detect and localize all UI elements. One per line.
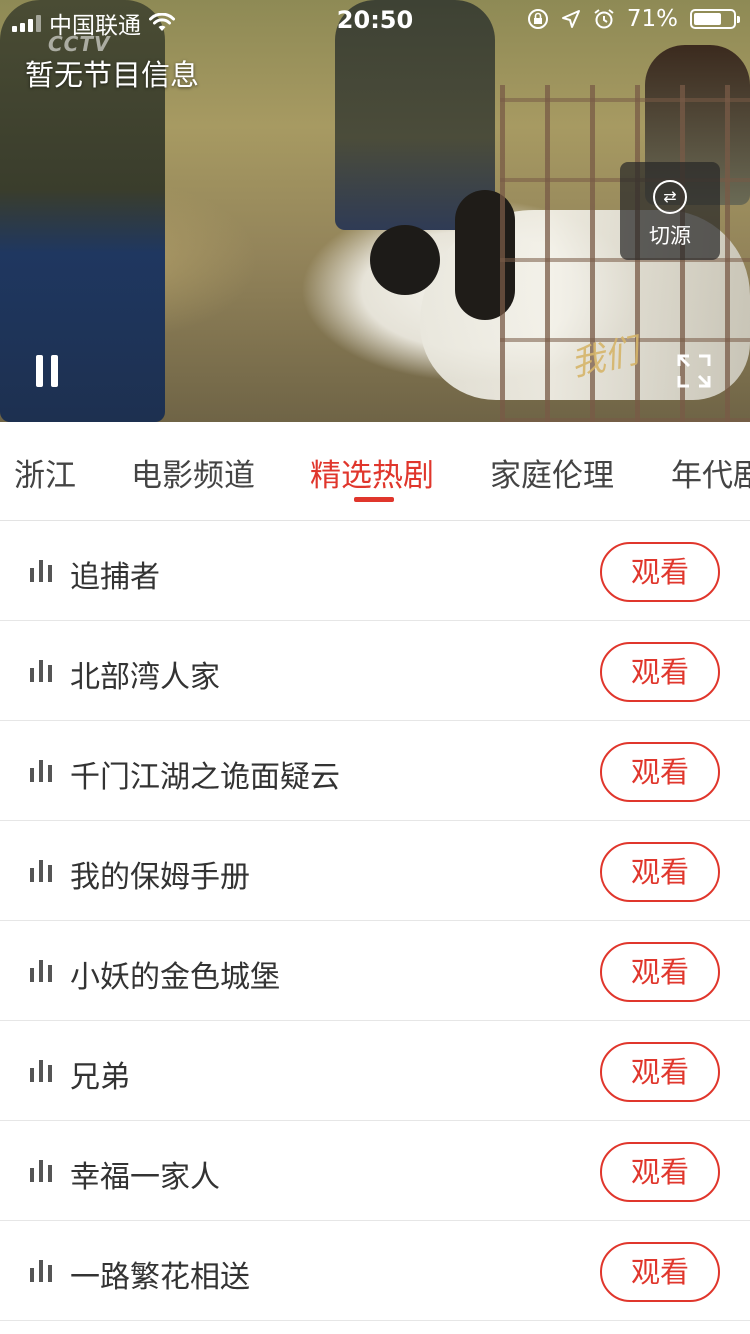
switch-source-icon: ⇄: [653, 180, 687, 214]
category-tabs: 浙江 电影频道 精选热剧 家庭伦理 年代剧: [0, 422, 750, 521]
video-player[interactable]: 中国联通 20:50 71% CCTV 暂无节目信息 ⇄ 切源 我们: [0, 0, 750, 422]
battery-icon: [690, 9, 740, 29]
watch-button[interactable]: 观看: [600, 542, 720, 602]
list-item[interactable]: 千门江湖之诡面疑云 观看: [0, 721, 750, 821]
equalizer-icon: [30, 1260, 52, 1282]
list-item[interactable]: 北部湾人家 观看: [0, 621, 750, 721]
drama-title: 北部湾人家: [70, 660, 220, 695]
equalizer-icon: [30, 960, 52, 982]
list-item[interactable]: 兄弟 观看: [0, 1021, 750, 1121]
location-icon: [561, 10, 580, 28]
equalizer-icon: [30, 860, 52, 882]
alarm-icon: [594, 9, 614, 29]
tab-movie-channel[interactable]: 电影频道: [131, 450, 255, 495]
tab-featured-dramas[interactable]: 精选热剧: [310, 450, 434, 495]
list-item[interactable]: 我的保姆手册 观看: [0, 821, 750, 921]
program-info-text: 暂无节目信息: [25, 58, 200, 92]
drama-title: 兄弟: [70, 1060, 130, 1095]
equalizer-icon: [30, 1060, 52, 1082]
status-bar-right: 71%: [527, 6, 740, 32]
pause-button[interactable]: [36, 355, 64, 389]
drama-title: 我的保姆手册: [70, 860, 250, 895]
fullscreen-icon[interactable]: [677, 354, 711, 388]
watch-button[interactable]: 观看: [600, 642, 720, 702]
watch-button[interactable]: 观看: [600, 942, 720, 1002]
pause-icon-bar: [51, 355, 58, 387]
watch-button[interactable]: 观看: [600, 1142, 720, 1202]
equalizer-icon: [30, 1160, 52, 1182]
tab-zhejiang[interactable]: 浙江: [14, 450, 76, 495]
watch-button[interactable]: 观看: [600, 1242, 720, 1302]
switch-source-label: 切源: [649, 224, 691, 248]
active-tab-indicator: [354, 497, 394, 502]
watch-button[interactable]: 观看: [600, 742, 720, 802]
tab-family-ethics[interactable]: 家庭伦理: [490, 450, 614, 495]
battery-level-fill: [694, 13, 721, 25]
list-item[interactable]: 追捕者 观看: [0, 521, 750, 621]
list-item[interactable]: 一路繁花相送 观看: [0, 1221, 750, 1321]
status-bar: 中国联通 20:50 71%: [0, 0, 750, 40]
drama-title: 千门江湖之诡面疑云: [70, 760, 340, 795]
watch-button[interactable]: 观看: [600, 1042, 720, 1102]
switch-source-button[interactable]: ⇄ 切源: [620, 162, 720, 260]
drama-title: 追捕者: [70, 560, 160, 595]
battery-percent: 71%: [626, 6, 678, 32]
video-frame-panda-head: [370, 225, 440, 295]
list-item[interactable]: 幸福一家人 观看: [0, 1121, 750, 1221]
equalizer-icon: [30, 560, 52, 582]
drama-title: 小妖的金色城堡: [70, 960, 280, 995]
equalizer-icon: [30, 660, 52, 682]
drama-title: 一路繁花相送: [70, 1260, 250, 1295]
drama-list: 追捕者 观看 北部湾人家 观看 千门江湖之诡面疑云 观看 我的保姆手册 观看 小…: [0, 521, 750, 1321]
pause-icon-bar: [36, 355, 43, 387]
equalizer-icon: [30, 760, 52, 782]
drama-title: 幸福一家人: [70, 1160, 220, 1195]
tab-period-drama[interactable]: 年代剧: [671, 450, 750, 495]
list-item[interactable]: 小妖的金色城堡 观看: [0, 921, 750, 1021]
watch-button[interactable]: 观看: [600, 842, 720, 902]
rotation-lock-icon: [527, 9, 548, 29]
